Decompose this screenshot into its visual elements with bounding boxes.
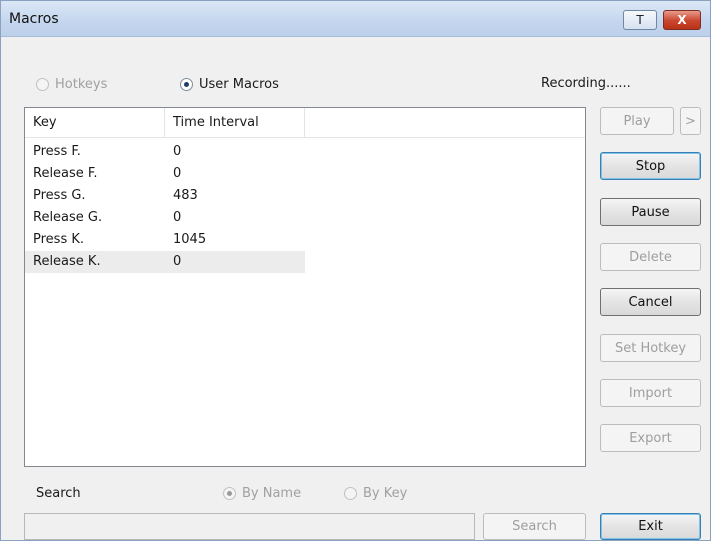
search-button[interactable]: Search (483, 513, 586, 540)
close-button[interactable]: X (663, 10, 701, 30)
user-macros-radio[interactable]: User Macros (180, 77, 279, 92)
radio-selected-icon (223, 487, 236, 500)
table-row[interactable]: Press G. 483 (25, 185, 305, 207)
cell-time-interval: 1045 (173, 232, 207, 247)
user-macros-label: User Macros (199, 77, 279, 92)
by-key-label: By Key (363, 486, 408, 501)
table-row[interactable]: Release K. 0 (25, 251, 305, 273)
table-row[interactable]: Release G. 0 (25, 207, 305, 229)
radio-selected-icon (180, 78, 193, 91)
column-header-time-interval[interactable]: Time Interval (165, 108, 305, 138)
play-button[interactable]: Play (600, 107, 674, 135)
cell-key: Release K. (33, 254, 101, 269)
search-input[interactable] (24, 513, 475, 540)
import-button[interactable]: Import (600, 379, 701, 407)
hotkeys-label: Hotkeys (55, 77, 108, 92)
macro-list[interactable]: Key Time Interval Press F. 0 Release F. 0 Pr… (24, 107, 586, 467)
cell-key: Press F. (33, 144, 81, 159)
export-button[interactable]: Export (600, 424, 701, 452)
exit-button[interactable]: Exit (600, 513, 701, 540)
by-name-radio[interactable]: By Name (223, 486, 301, 501)
cell-time-interval: 0 (173, 254, 182, 269)
recording-status: Recording...... (541, 76, 631, 91)
cell-key: Release F. (33, 166, 98, 181)
delete-button[interactable]: Delete (600, 243, 701, 271)
cell-key: Press G. (33, 188, 86, 203)
cell-time-interval: 0 (173, 166, 182, 181)
hotkeys-radio[interactable]: Hotkeys (36, 77, 107, 92)
cell-time-interval: 483 (173, 188, 198, 203)
pause-button[interactable]: Pause (600, 198, 701, 226)
search-label: Search (36, 486, 81, 501)
close-icon: X (677, 13, 687, 27)
window-title: Macros (9, 11, 59, 27)
cell-time-interval: 0 (173, 210, 182, 225)
table-row[interactable]: Press K. 1045 (25, 229, 305, 251)
radio-icon (36, 78, 49, 91)
cell-time-interval: 0 (173, 144, 182, 159)
stop-button[interactable]: Stop (600, 152, 701, 180)
minimize-icon: T (636, 13, 644, 27)
set-hotkey-button[interactable]: Set Hotkey (600, 334, 701, 362)
cell-key: Press K. (33, 232, 85, 247)
cancel-button[interactable]: Cancel (600, 288, 701, 316)
list-header: Key Time Interval (25, 108, 585, 138)
by-name-label: By Name (242, 486, 302, 501)
cell-key: Release G. (33, 210, 103, 225)
column-header-key[interactable]: Key (25, 108, 165, 138)
minimize-button[interactable]: T (623, 10, 657, 30)
by-key-radio[interactable]: By Key (344, 486, 407, 501)
table-row[interactable]: Press F. 0 (25, 141, 305, 163)
table-row[interactable]: Release F. 0 (25, 163, 305, 185)
macros-window: Macros T X Hotkeys User Macros Recording… (0, 0, 711, 541)
title-bar[interactable]: Macros T X (1, 1, 710, 37)
play-options-button[interactable]: > (680, 107, 701, 135)
radio-icon (344, 487, 357, 500)
